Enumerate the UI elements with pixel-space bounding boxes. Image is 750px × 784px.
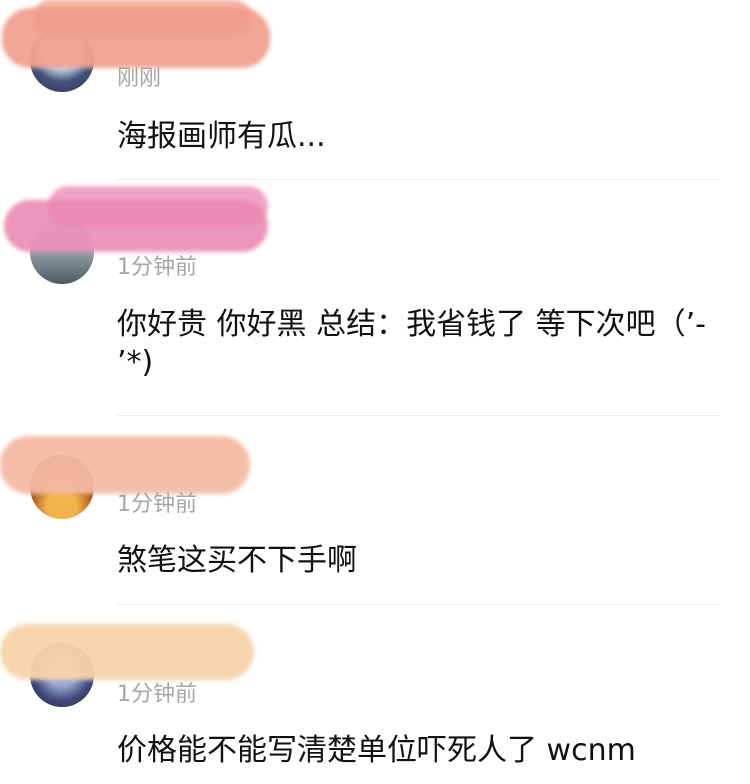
redacted-username	[32, 0, 252, 36]
redacted-username	[0, 624, 254, 680]
comment-text[interactable]: 煞笔这买不下手啊	[117, 542, 714, 580]
comment-text[interactable]: 价格能不能写清楚单位吓死人了 wcnm	[117, 732, 714, 770]
comment-time: 1分钟前	[117, 255, 197, 280]
comment-text[interactable]: 你好贵 你好黑 总结：我省钱了 等下次吧（ʼ-ʼ*)	[117, 306, 714, 382]
divider	[117, 604, 720, 605]
comment-time: 刚刚	[117, 66, 162, 91]
redacted-username	[48, 186, 268, 226]
redacted-username	[0, 436, 250, 494]
divider	[117, 179, 720, 180]
comment-time: 1分钟前	[117, 492, 197, 517]
divider	[117, 415, 720, 416]
comment-time: 1分钟前	[117, 682, 197, 707]
comment-text[interactable]: 海报画师有瓜...	[117, 118, 714, 156]
